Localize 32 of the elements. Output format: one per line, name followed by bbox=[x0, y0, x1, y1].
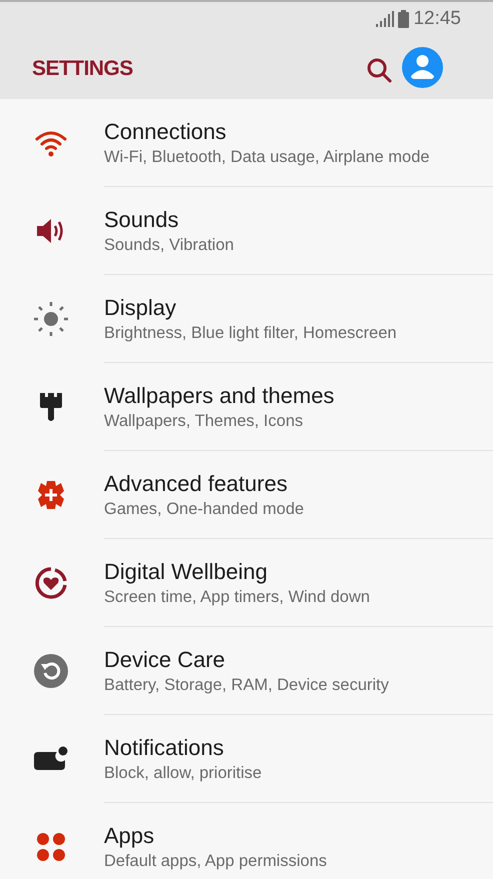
item-title[interactable]: Wallpapers and themes bbox=[104, 382, 334, 410]
heart-ring-icon bbox=[34, 566, 68, 600]
profile-icon[interactable] bbox=[402, 47, 443, 88]
battery-icon bbox=[398, 10, 410, 28]
item-subtitle: Battery, Storage, RAM, Device security bbox=[104, 674, 389, 696]
item-subtitle: Brightness, Blue light filter, Homescreen bbox=[104, 322, 397, 344]
status-time: 12:45 bbox=[413, 6, 461, 31]
notification-icon bbox=[34, 746, 68, 772]
page-title: SETTINGS bbox=[32, 56, 133, 82]
item-title[interactable]: Sounds bbox=[104, 206, 179, 234]
item-title[interactable]: Device Care bbox=[104, 646, 226, 674]
item-subtitle: Block, allow, prioritise bbox=[104, 762, 262, 784]
item-title[interactable]: Notifications bbox=[104, 734, 224, 762]
wifi-icon bbox=[35, 129, 67, 157]
item-subtitle: Default apps, App permissions bbox=[104, 851, 327, 872]
item-subtitle: Screen time, App timers, Wind down bbox=[104, 586, 370, 608]
item-title[interactable]: Advanced features bbox=[104, 470, 288, 498]
item-title[interactable]: Apps bbox=[104, 822, 154, 850]
item-subtitle: Games, One-handed mode bbox=[104, 498, 304, 520]
gear-plus-icon bbox=[36, 480, 66, 510]
refresh-circle-icon bbox=[34, 654, 68, 688]
item-title[interactable]: Display bbox=[104, 294, 176, 322]
item-title[interactable]: Connections bbox=[104, 118, 226, 146]
item-subtitle: Wi-Fi, Bluetooth, Data usage, Airplane mode bbox=[104, 146, 430, 168]
apps-grid-icon bbox=[36, 832, 66, 862]
item-subtitle: Wallpapers, Themes, Icons bbox=[104, 410, 303, 432]
item-title[interactable]: Digital Wellbeing bbox=[104, 558, 268, 586]
item-subtitle: Sounds, Vibration bbox=[104, 234, 234, 256]
sun-icon bbox=[33, 301, 69, 337]
search-icon[interactable] bbox=[366, 56, 392, 82]
signal-icon bbox=[376, 11, 394, 27]
paintbrush-icon bbox=[39, 392, 63, 422]
